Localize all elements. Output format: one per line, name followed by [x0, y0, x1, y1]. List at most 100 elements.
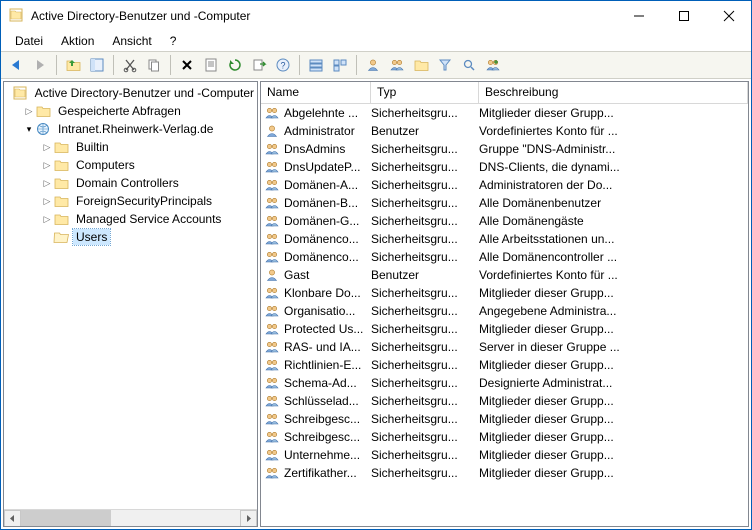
list-item[interactable]: Protected Us...Sicherheitsgru...Mitglied… [261, 320, 748, 338]
group-icon [265, 466, 281, 480]
menu-view[interactable]: Ansicht [104, 32, 159, 50]
horizontal-scrollbar[interactable] [4, 509, 257, 526]
scroll-thumb[interactable] [21, 510, 111, 527]
chevron-right-icon[interactable]: ▷ [22, 104, 36, 118]
properties-button[interactable] [200, 54, 222, 76]
chevron-right-icon[interactable]: ▷ [40, 212, 54, 226]
list-item[interactable]: Schema-Ad...Sicherheitsgru...Designierte… [261, 374, 748, 392]
row-desc: Server in dieser Gruppe ... [479, 340, 744, 354]
folder-icon [54, 212, 70, 226]
list-item[interactable]: Schreibgesc...Sicherheitsgru...Mitgliede… [261, 428, 748, 446]
tree-saved-queries[interactable]: ▷ Gespeicherte Abfragen [4, 102, 257, 120]
tree-domain[interactable]: ▾ Intranet.Rheinwerk-Verlag.de [4, 120, 257, 138]
scroll-track[interactable] [21, 510, 240, 527]
list-item[interactable]: Schreibgesc...Sicherheitsgru...Mitgliede… [261, 410, 748, 428]
list-item[interactable]: Domänenco...Sicherheitsgru...Alle Arbeit… [261, 230, 748, 248]
tree-root[interactable]: Active Directory-Benutzer und -Computer [4, 84, 257, 102]
list-item[interactable]: Domänen-B...Sicherheitsgru...Alle Domäne… [261, 194, 748, 212]
row-type: Sicherheitsgru... [371, 322, 479, 336]
show-tree-button[interactable] [86, 54, 108, 76]
view-details-button[interactable] [305, 54, 327, 76]
minimize-button[interactable] [616, 1, 661, 31]
row-name: Klonbare Do... [284, 286, 361, 300]
list-body[interactable]: Abgelehnte ...Sicherheitsgru...Mitgliede… [261, 104, 748, 526]
list-item[interactable]: RAS- und IA...Sicherheitsgru...Server in… [261, 338, 748, 356]
new-ou-button[interactable] [410, 54, 432, 76]
chevron-right-icon[interactable]: ▷ [40, 140, 54, 154]
menu-file[interactable]: Datei [7, 32, 51, 50]
user-icon [265, 268, 281, 282]
chevron-right-icon[interactable]: ▷ [40, 158, 54, 172]
tree-domain-controllers[interactable]: ▷ Domain Controllers [4, 174, 257, 192]
group-icon [265, 142, 281, 156]
list-item[interactable]: Domänen-G...Sicherheitsgru...Alle Domäne… [261, 212, 748, 230]
chevron-right-icon[interactable]: ▷ [40, 194, 54, 208]
list-item[interactable]: Domänen-A...Sicherheitsgru...Administrat… [261, 176, 748, 194]
view-list-button[interactable] [329, 54, 351, 76]
menu-action[interactable]: Aktion [53, 32, 102, 50]
help-button[interactable]: ? [272, 54, 294, 76]
row-type: Sicherheitsgru... [371, 412, 479, 426]
tree-fsp[interactable]: ▷ ForeignSecurityPrincipals [4, 192, 257, 210]
filter-button[interactable] [434, 54, 456, 76]
row-name: DnsUpdateP... [284, 160, 361, 174]
export-button[interactable] [248, 54, 270, 76]
row-type: Sicherheitsgru... [371, 448, 479, 462]
cut-button[interactable] [119, 54, 141, 76]
find-button[interactable] [458, 54, 480, 76]
svg-text:?: ? [280, 61, 285, 71]
copy-button[interactable] [143, 54, 165, 76]
row-desc: Mitglieder dieser Grupp... [479, 394, 744, 408]
row-type: Sicherheitsgru... [371, 376, 479, 390]
list-item[interactable]: Organisatio...Sicherheitsgru...Angegeben… [261, 302, 748, 320]
close-button[interactable] [706, 1, 751, 31]
list-item[interactable]: DnsAdminsSicherheitsgru...Gruppe "DNS-Ad… [261, 140, 748, 158]
list-item[interactable]: Klonbare Do...Sicherheitsgru...Mitgliede… [261, 284, 748, 302]
row-type: Sicherheitsgru... [371, 430, 479, 444]
tree-label: Builtin [73, 139, 112, 155]
list-item[interactable]: Abgelehnte ...Sicherheitsgru...Mitgliede… [261, 104, 748, 122]
list-item[interactable]: Unternehme...Sicherheitsgru...Mitglieder… [261, 446, 748, 464]
tree-computers[interactable]: ▷ Computers [4, 156, 257, 174]
new-group-button[interactable] [386, 54, 408, 76]
group-icon [265, 196, 281, 210]
tree-label: Gespeicherte Abfragen [55, 103, 184, 119]
forward-button[interactable] [29, 54, 51, 76]
delete-button[interactable] [176, 54, 198, 76]
chevron-right-icon[interactable]: ▷ [40, 176, 54, 190]
tree-root-label: Active Directory-Benutzer und -Computer [32, 85, 257, 101]
tree-label: Managed Service Accounts [73, 211, 224, 227]
up-button[interactable] [62, 54, 84, 76]
list-item[interactable]: DnsUpdateP...Sicherheitsgru...DNS-Client… [261, 158, 748, 176]
list-item[interactable]: Richtlinien-E...Sicherheitsgru...Mitglie… [261, 356, 748, 374]
tree-builtin[interactable]: ▷ Builtin [4, 138, 257, 156]
row-type: Benutzer [371, 124, 479, 138]
list-item[interactable]: GastBenutzerVordefiniertes Konto für ... [261, 266, 748, 284]
tree-pane[interactable]: Active Directory-Benutzer und -Computer … [3, 81, 258, 527]
refresh-button[interactable] [224, 54, 246, 76]
row-name: Richtlinien-E... [284, 358, 361, 372]
row-type: Sicherheitsgru... [371, 106, 479, 120]
menu-help[interactable]: ? [162, 32, 185, 50]
window-buttons [616, 1, 751, 31]
back-button[interactable] [5, 54, 27, 76]
scroll-right-button[interactable] [240, 510, 257, 527]
list-item[interactable]: Schlüsselad...Sicherheitsgru...Mitgliede… [261, 392, 748, 410]
column-desc[interactable]: Beschreibung [479, 82, 748, 103]
list-item[interactable]: Domänenco...Sicherheitsgru...Alle Domäne… [261, 248, 748, 266]
row-type: Sicherheitsgru... [371, 142, 479, 156]
column-type[interactable]: Typ [371, 82, 479, 103]
row-desc: Vordefiniertes Konto für ... [479, 124, 744, 138]
scroll-left-button[interactable] [4, 510, 21, 527]
content-area: Active Directory-Benutzer und -Computer … [1, 79, 751, 529]
add-to-group-button[interactable] [482, 54, 504, 76]
chevron-down-icon[interactable]: ▾ [22, 122, 36, 136]
list-item[interactable]: AdministratorBenutzerVordefiniertes Kont… [261, 122, 748, 140]
tree-users[interactable]: Users [4, 228, 257, 246]
new-user-button[interactable] [362, 54, 384, 76]
tree-msa[interactable]: ▷ Managed Service Accounts [4, 210, 257, 228]
group-icon [265, 250, 281, 264]
column-name[interactable]: Name [261, 82, 371, 103]
list-item[interactable]: Zertifikather...Sicherheitsgru...Mitglie… [261, 464, 748, 482]
maximize-button[interactable] [661, 1, 706, 31]
